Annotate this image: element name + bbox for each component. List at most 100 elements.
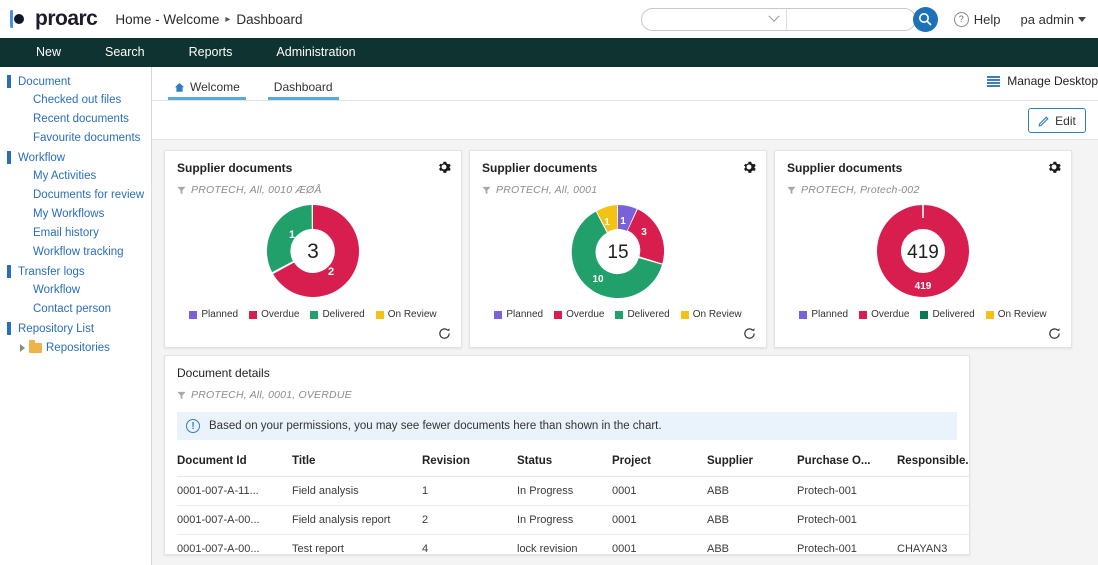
sidebar-item-checked-out-files[interactable]: Checked out files: [0, 91, 151, 110]
donut-chart[interactable]: 3 2 1: [177, 198, 449, 303]
sidebar-item-contact-person[interactable]: Contact person: [0, 300, 151, 319]
column-header-project[interactable]: Project: [612, 450, 707, 477]
logo[interactable]: proarc: [4, 7, 98, 31]
search-scope-select[interactable]: [642, 8, 787, 30]
nav-item-reports[interactable]: Reports: [167, 38, 255, 67]
sidebar-item-workflow-tracking[interactable]: Workflow tracking: [0, 243, 151, 262]
cell-project: 0001: [612, 476, 707, 506]
sidebar-group-document[interactable]: Document: [0, 72, 151, 91]
cell-responsible: CHAYAN3: [897, 534, 969, 554]
legend-label: On Review: [997, 309, 1047, 320]
edit-button[interactable]: Edit: [1028, 108, 1086, 133]
sidebar-item-workflow[interactable]: Workflow: [0, 281, 151, 300]
legend-item-planned[interactable]: Planned: [799, 309, 848, 320]
sidebar-item-my-activities[interactable]: My Activities: [0, 167, 151, 186]
expand-triangle-icon[interactable]: [20, 344, 25, 352]
table-row[interactable]: 0001-007-A-00... Test report 4 lock revi…: [177, 534, 969, 554]
legend-item-overdue[interactable]: Overdue: [554, 309, 604, 320]
cell-project: 0001: [612, 534, 707, 554]
nav-item-search[interactable]: Search: [83, 38, 167, 67]
legend-label: Overdue: [871, 309, 910, 320]
legend-label: Delivered: [322, 309, 365, 320]
column-header-supplier[interactable]: Supplier: [707, 450, 797, 477]
tab-dashboard[interactable]: Dashboard: [264, 80, 343, 100]
user-menu[interactable]: pa admin: [1021, 12, 1086, 27]
legend-label: On Review: [387, 309, 437, 320]
tab-label: Dashboard: [273, 80, 333, 94]
column-header-revision[interactable]: Revision: [422, 450, 517, 477]
gear-icon[interactable]: [1047, 160, 1061, 174]
breadcrumb-home[interactable]: Home - Welcome: [115, 12, 219, 27]
donut-center-total: 419: [907, 242, 939, 263]
cell-responsible: [897, 505, 969, 535]
group-marker-icon: [7, 75, 11, 88]
breadcrumb-current[interactable]: Dashboard: [236, 12, 302, 27]
legend-label: Overdue: [261, 309, 300, 320]
group-marker-icon: [7, 322, 11, 335]
card-title: Supplier documents: [787, 161, 903, 175]
sidebar-item-recent-documents[interactable]: Recent documents: [0, 110, 151, 129]
sidebar-group-transfer-logs[interactable]: Transfer logs: [0, 262, 151, 281]
donut-chart[interactable]: 419 419: [787, 198, 1059, 303]
help-link[interactable]: ? Help: [953, 11, 1001, 27]
legend-swatch: [799, 310, 808, 319]
global-search: [640, 7, 916, 31]
tab-welcome[interactable]: Welcome: [164, 80, 250, 100]
legend-item-delivered[interactable]: Delivered: [920, 309, 975, 320]
chevron-down-icon: [768, 10, 780, 22]
legend-swatch: [249, 310, 258, 319]
cell-revision: 1: [422, 476, 517, 506]
legend-item-planned[interactable]: Planned: [189, 309, 238, 320]
sidebar-item-email-history[interactable]: Email history: [0, 224, 151, 243]
refresh-icon[interactable]: [1048, 327, 1061, 340]
refresh-icon[interactable]: [438, 327, 451, 340]
column-header-document-id[interactable]: Document Id: [177, 450, 292, 477]
column-header-status[interactable]: Status: [517, 450, 612, 477]
refresh-icon[interactable]: [743, 327, 756, 340]
sidebar-tree-repositories[interactable]: Repositories: [0, 338, 151, 358]
nav-item-administration[interactable]: Administration: [254, 38, 377, 67]
legend-item-planned[interactable]: Planned: [494, 309, 543, 320]
legend-label: Planned: [811, 309, 849, 320]
chart-legend: Planned Overdue Delivered On Review: [177, 309, 449, 320]
manage-desktop-button[interactable]: Manage Desktop: [987, 74, 1098, 88]
column-header-title[interactable]: Title: [292, 450, 422, 477]
sidebar-group-workflow[interactable]: Workflow: [0, 148, 151, 167]
slice-label-overdue: 2: [328, 266, 334, 278]
sidebar-group-repository-list[interactable]: Repository List: [0, 319, 151, 338]
legend-item-on-review[interactable]: On Review: [375, 309, 437, 320]
legend-item-overdue[interactable]: Overdue: [249, 309, 299, 320]
cell-purchase-order: Protech-001: [797, 534, 897, 554]
legend-swatch: [920, 310, 929, 319]
legend-item-overdue[interactable]: Overdue: [859, 309, 909, 320]
cell-purchase-order: Protech-001: [797, 505, 897, 535]
info-icon: !: [186, 419, 200, 433]
chart-card: Supplier documents PROTECH, All, 0001 15…: [469, 150, 767, 348]
legend-item-delivered[interactable]: Delivered: [615, 309, 670, 320]
column-header-responsible[interactable]: Responsible...: [897, 450, 969, 477]
search-button[interactable]: [912, 6, 938, 32]
column-header-purchase-order[interactable]: Purchase O...: [797, 450, 897, 477]
sidebar-item-documents-for-review[interactable]: Documents for review: [0, 186, 151, 205]
help-label: Help: [973, 11, 1001, 27]
sidebar-item-favourite-documents[interactable]: Favourite documents: [0, 129, 151, 148]
sidebar-group-label: Transfer logs: [18, 265, 85, 278]
cell-title: Field analysis report: [292, 505, 422, 535]
donut-chart[interactable]: 15 1 3 10 1: [482, 198, 754, 303]
legend-item-on-review[interactable]: On Review: [680, 309, 742, 320]
legend-item-delivered[interactable]: Delivered: [310, 309, 365, 320]
chart-legend: Planned Overdue Delivered On Review: [482, 309, 754, 320]
dashboard-board: Supplier documents PROTECH, All, 0010 ÆØ…: [152, 140, 1098, 565]
legend-label: Overdue: [566, 309, 605, 320]
sidebar-group-label: Document: [18, 75, 71, 88]
gear-icon[interactable]: [437, 160, 451, 174]
group-marker-icon: [7, 265, 11, 278]
search-input[interactable]: [786, 8, 915, 30]
cell-title: Test report: [292, 534, 422, 554]
legend-item-on-review[interactable]: On Review: [985, 309, 1047, 320]
gear-icon[interactable]: [742, 160, 756, 174]
table-row[interactable]: 0001-007-A-00... Field analysis report 2…: [177, 505, 969, 535]
nav-item-new[interactable]: New: [14, 38, 83, 67]
sidebar-item-my-workflows[interactable]: My Workflows: [0, 205, 151, 224]
table-row[interactable]: 0001-007-A-11... Field analysis 1 In Pro…: [177, 476, 969, 506]
